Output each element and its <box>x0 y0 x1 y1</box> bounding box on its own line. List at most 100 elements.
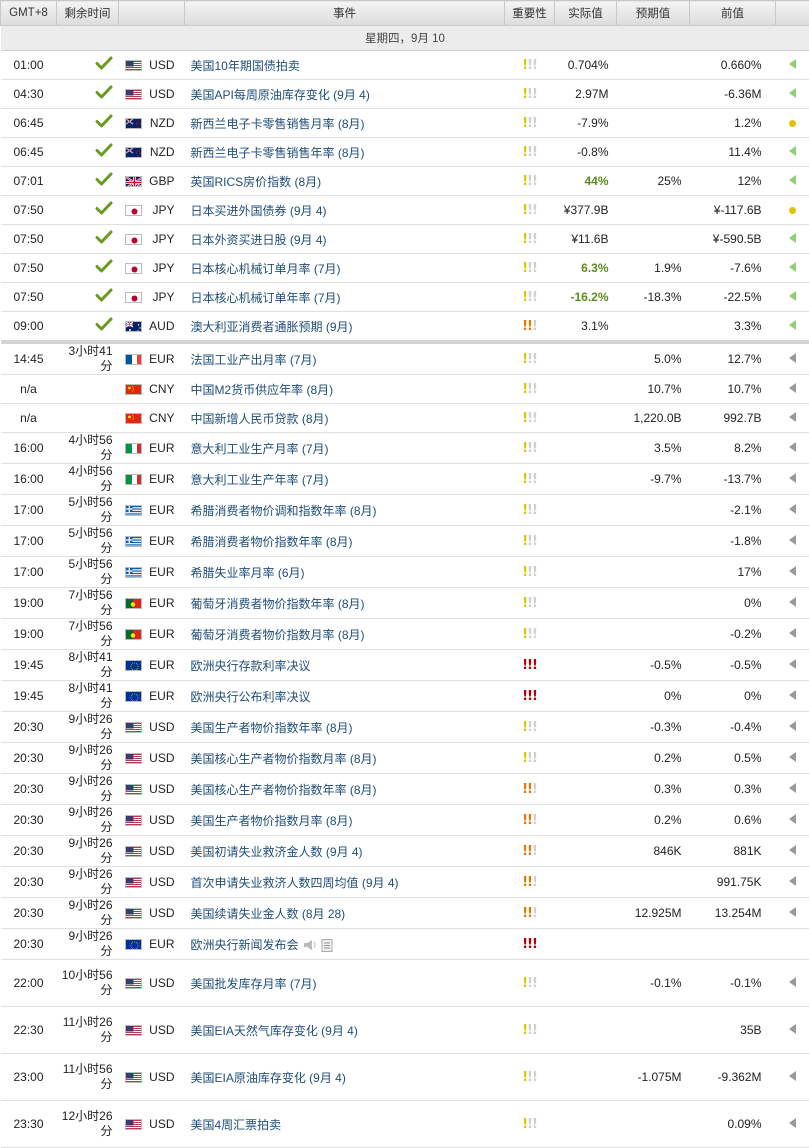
table-row[interactable]: 17:00 5小时56分 EUR 希腊消费者物价调和指数年率 (8月) !!! … <box>1 495 809 526</box>
expand-arrow-icon[interactable] <box>789 783 796 793</box>
event-name[interactable]: 美国生产者物价指数年率 (8月) <box>185 712 505 743</box>
event-name[interactable]: 意大利工业生产年率 (7月) <box>185 464 505 495</box>
event-name[interactable]: 新西兰电子卡零售销售月率 (8月) <box>185 109 505 138</box>
event-link[interactable]: 澳大利亚消费者通胀预期 (9月) <box>191 320 353 334</box>
event-link[interactable]: 美国API每周原油库存变化 (9月 4) <box>191 88 370 102</box>
table-row[interactable]: 19:00 7小时56分 EUR 葡萄牙消费者物价指数年率 (8月) !!! 0… <box>1 588 809 619</box>
row-marker[interactable] <box>776 1007 809 1054</box>
expand-arrow-icon[interactable] <box>789 442 796 452</box>
table-row[interactable]: 06:45 NZD 新西兰电子卡零售销售月率 (8月) !!! -7.9% 1.… <box>1 109 809 138</box>
event-name[interactable]: 首次申请失业救济人数四周均值 (9月 4) <box>185 867 505 898</box>
expand-arrow-icon[interactable] <box>789 412 796 422</box>
expand-arrow-icon[interactable] <box>789 1024 796 1034</box>
event-link[interactable]: 英国RICS房价指数 (8月) <box>191 175 322 189</box>
expand-arrow-icon[interactable] <box>789 1071 796 1081</box>
event-link[interactable]: 美国初请失业救济金人数 (9月 4) <box>191 845 363 859</box>
expand-arrow-icon[interactable] <box>789 876 796 886</box>
table-row[interactable]: 19:00 7小时56分 EUR 葡萄牙消费者物价指数月率 (8月) !!! -… <box>1 619 809 650</box>
table-row[interactable]: 19:45 8小时41分 EUR 欧洲央行公布利率决议 !!! 0% 0% <box>1 681 809 712</box>
row-marker[interactable] <box>776 433 809 464</box>
event-link[interactable]: 日本买进外国债券 (9月 4) <box>191 204 327 218</box>
table-row[interactable]: n/a CNY 中国M2货币供应年率 (8月) !!! 10.7% 10.7% <box>1 375 809 404</box>
event-link[interactable]: 日本外资买进日股 (9月 4) <box>191 233 327 247</box>
event-link[interactable]: 美国批发库存月率 (7月) <box>191 977 317 991</box>
row-marker[interactable] <box>776 254 809 283</box>
table-row[interactable]: 20:30 9小时26分 USD 美国初请失业救济金人数 (9月 4) !!! … <box>1 836 809 867</box>
table-row[interactable]: 22:00 10小时56分 USD 美国批发库存月率 (7月) !!! -0.1… <box>1 960 809 1007</box>
event-link[interactable]: 希腊失业率月率 (6月) <box>191 566 305 580</box>
row-marker[interactable] <box>776 526 809 557</box>
event-link[interactable]: 欧洲央行存款利率决议 <box>191 659 311 673</box>
table-row[interactable]: 14:45 3小时41分 EUR 法国工业产出月率 (7月) !!! 5.0% … <box>1 342 809 375</box>
event-link[interactable]: 美国EIA天然气库存变化 (9月 4) <box>191 1024 358 1038</box>
expand-arrow-icon[interactable] <box>789 146 796 156</box>
expand-arrow-icon[interactable] <box>789 383 796 393</box>
row-marker[interactable] <box>776 960 809 1007</box>
event-name[interactable]: 希腊消费者物价调和指数年率 (8月) <box>185 495 505 526</box>
table-row[interactable]: 06:45 NZD 新西兰电子卡零售销售年率 (8月) !!! -0.8% 11… <box>1 138 809 167</box>
event-link[interactable]: 美国核心生产者物价指数年率 (8月) <box>191 783 377 797</box>
expand-arrow-icon[interactable] <box>789 977 796 987</box>
table-row[interactable]: 16:00 4小时56分 EUR 意大利工业生产月率 (7月) !!! 3.5%… <box>1 433 809 464</box>
row-marker[interactable] <box>776 167 809 196</box>
event-name[interactable]: 中国新增人民币贷款 (8月) <box>185 404 505 433</box>
event-name[interactable]: 英国RICS房价指数 (8月) <box>185 167 505 196</box>
row-marker[interactable] <box>776 681 809 712</box>
table-row[interactable]: 20:30 9小时26分 USD 首次申请失业救济人数四周均值 (9月 4) !… <box>1 867 809 898</box>
event-name[interactable]: 美国续请失业金人数 (8月 28) <box>185 898 505 929</box>
event-link[interactable]: 中国新增人民币贷款 (8月) <box>191 412 329 426</box>
table-row[interactable]: 20:30 9小时26分 USD 美国生产者物价指数年率 (8月) !!! -0… <box>1 712 809 743</box>
event-name[interactable]: 美国批发库存月率 (7月) <box>185 960 505 1007</box>
table-row[interactable]: n/a CNY 中国新增人民币贷款 (8月) !!! 1,220.0B 992.… <box>1 404 809 433</box>
row-marker[interactable] <box>776 312 809 343</box>
expand-arrow-icon[interactable] <box>789 1118 796 1128</box>
table-row[interactable]: 20:30 9小时26分 USD 美国核心生产者物价指数年率 (8月) !!! … <box>1 774 809 805</box>
table-row[interactable]: 23:00 11小时56分 USD 美国EIA原油库存变化 (9月 4) !!!… <box>1 1054 809 1101</box>
expand-arrow-icon[interactable] <box>789 597 796 607</box>
row-marker[interactable] <box>776 80 809 109</box>
row-marker[interactable] <box>776 836 809 867</box>
table-row[interactable]: 07:01 GBP 英国RICS房价指数 (8月) !!! 44% 25% 12… <box>1 167 809 196</box>
row-marker[interactable] <box>776 138 809 167</box>
row-marker[interactable] <box>776 375 809 404</box>
event-link[interactable]: 意大利工业生产月率 (7月) <box>191 442 329 456</box>
event-link[interactable]: 中国M2货币供应年率 (8月) <box>191 383 334 397</box>
event-name[interactable]: 美国核心生产者物价指数月率 (8月) <box>185 743 505 774</box>
event-name[interactable]: 中国M2货币供应年率 (8月) <box>185 375 505 404</box>
expand-arrow-icon[interactable] <box>789 291 796 301</box>
event-name[interactable]: 日本核心机械订单月率 (7月) <box>185 254 505 283</box>
col-event[interactable]: 事件 <box>185 1 505 26</box>
row-marker[interactable] <box>776 495 809 526</box>
expand-arrow-icon[interactable] <box>789 535 796 545</box>
row-marker[interactable] <box>776 743 809 774</box>
event-link[interactable]: 美国生产者物价指数年率 (8月) <box>191 721 353 735</box>
expand-arrow-icon[interactable] <box>789 628 796 638</box>
event-name[interactable]: 日本核心机械订单年率 (7月) <box>185 283 505 312</box>
event-name[interactable]: 美国EIA原油库存变化 (9月 4) <box>185 1054 505 1101</box>
event-link[interactable]: 新西兰电子卡零售销售年率 (8月) <box>191 146 365 160</box>
expand-arrow-icon[interactable] <box>789 233 796 243</box>
event-link[interactable]: 欧洲央行新闻发布会 <box>191 938 299 952</box>
event-name[interactable]: 美国核心生产者物价指数年率 (8月) <box>185 774 505 805</box>
event-name[interactable]: 美国API每周原油库存变化 (9月 4) <box>185 80 505 109</box>
event-link[interactable]: 美国生产者物价指数月率 (8月) <box>191 814 353 828</box>
event-name[interactable]: 欧洲央行存款利率决议 <box>185 650 505 681</box>
event-name[interactable]: 法国工业产出月率 (7月) <box>185 342 505 375</box>
col-previous[interactable]: 前值 <box>690 1 776 26</box>
row-marker[interactable] <box>776 225 809 254</box>
event-link[interactable]: 新西兰电子卡零售销售月率 (8月) <box>191 117 365 131</box>
event-name[interactable]: 新西兰电子卡零售销售年率 (8月) <box>185 138 505 167</box>
expand-arrow-icon[interactable] <box>789 262 796 272</box>
table-row[interactable]: 07:50 JPY 日本外资买进日股 (9月 4) !!! ¥11.6B ¥-5… <box>1 225 809 254</box>
table-row[interactable]: 16:00 4小时56分 EUR 意大利工业生产年率 (7月) !!! -9.7… <box>1 464 809 495</box>
table-row[interactable]: 07:50 JPY 日本核心机械订单月率 (7月) !!! 6.3% 1.9% … <box>1 254 809 283</box>
event-link[interactable]: 希腊消费者物价调和指数年率 (8月) <box>191 504 377 518</box>
event-name[interactable]: 葡萄牙消费者物价指数年率 (8月) <box>185 588 505 619</box>
event-link[interactable]: 美国EIA原油库存变化 (9月 4) <box>191 1071 346 1085</box>
row-marker[interactable] <box>776 404 809 433</box>
expand-arrow-icon[interactable] <box>789 175 796 185</box>
table-row[interactable]: 07:50 JPY 日本买进外国债券 (9月 4) !!! ¥377.9B ¥-… <box>1 196 809 225</box>
row-marker[interactable] <box>776 619 809 650</box>
event-link[interactable]: 日本核心机械订单年率 (7月) <box>191 291 341 305</box>
event-name[interactable]: 欧洲央行公布利率决议 <box>185 681 505 712</box>
